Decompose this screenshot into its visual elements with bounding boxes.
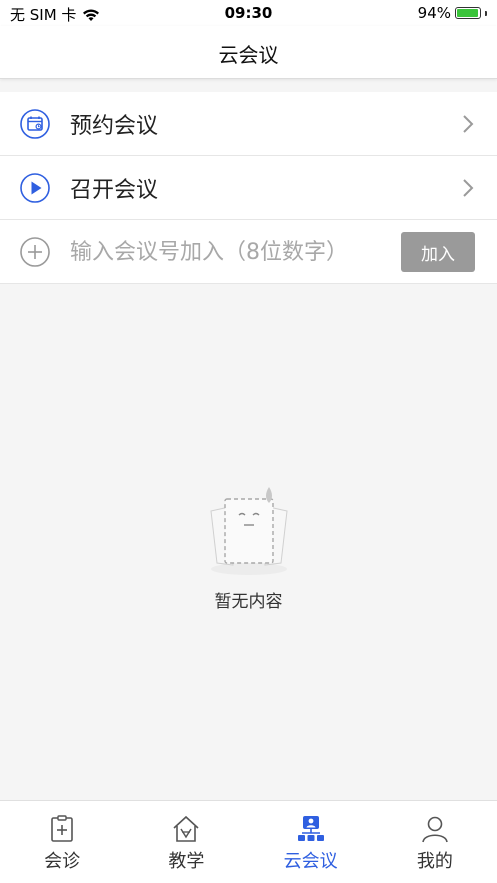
tab-cloud-meeting[interactable]: 云会议 bbox=[249, 801, 373, 883]
medical-clipboard-icon bbox=[51, 815, 73, 842]
tab-bar: 会诊 教学 云会议 我的 bbox=[0, 800, 497, 883]
chevron-right-icon bbox=[463, 115, 474, 133]
tab-consultation[interactable]: 会诊 bbox=[0, 801, 124, 883]
tab-label: 我的 bbox=[416, 851, 453, 872]
schedule-meeting-label: 预约会议 bbox=[70, 114, 159, 139]
meeting-menu: 预约会议 召开会议 加入 bbox=[0, 92, 497, 284]
battery-level bbox=[457, 9, 478, 17]
battery-icon bbox=[455, 7, 481, 19]
join-button[interactable]: 加入 bbox=[401, 232, 475, 272]
empty-box-icon bbox=[209, 487, 288, 575]
join-meeting-row: 加入 bbox=[0, 220, 497, 284]
chevron-right-icon bbox=[463, 179, 474, 197]
schedule-meeting-row[interactable]: 预约会议 bbox=[0, 92, 497, 156]
battery-cap bbox=[485, 10, 487, 16]
tab-label: 云会议 bbox=[283, 851, 338, 872]
start-meeting-label: 召开会议 bbox=[70, 178, 159, 203]
plus-circle-icon bbox=[20, 237, 50, 267]
start-meeting-row[interactable]: 召开会议 bbox=[0, 156, 497, 220]
profile-icon bbox=[422, 816, 448, 843]
tab-label: 教学 bbox=[168, 851, 205, 872]
calendar-clock-icon bbox=[20, 109, 50, 139]
cloud-meeting-icon bbox=[297, 816, 324, 841]
nav-bar: 云会议 bbox=[0, 26, 497, 79]
empty-state-text: 暂无内容 bbox=[214, 592, 283, 612]
empty-state: 暂无内容 bbox=[0, 485, 497, 612]
tab-label: 会诊 bbox=[44, 851, 81, 872]
tab-teaching[interactable]: 教学 bbox=[124, 801, 248, 883]
meeting-number-input[interactable] bbox=[70, 236, 390, 268]
status-bar: 无 SIM 卡 09:30 94% bbox=[0, 0, 497, 26]
status-right: 94% bbox=[418, 4, 487, 22]
tab-mine[interactable]: 我的 bbox=[373, 801, 497, 883]
page-title: 云会议 bbox=[218, 43, 279, 67]
teaching-house-icon bbox=[173, 815, 199, 842]
play-circle-icon bbox=[20, 173, 50, 203]
battery-percent: 94% bbox=[417, 4, 451, 22]
